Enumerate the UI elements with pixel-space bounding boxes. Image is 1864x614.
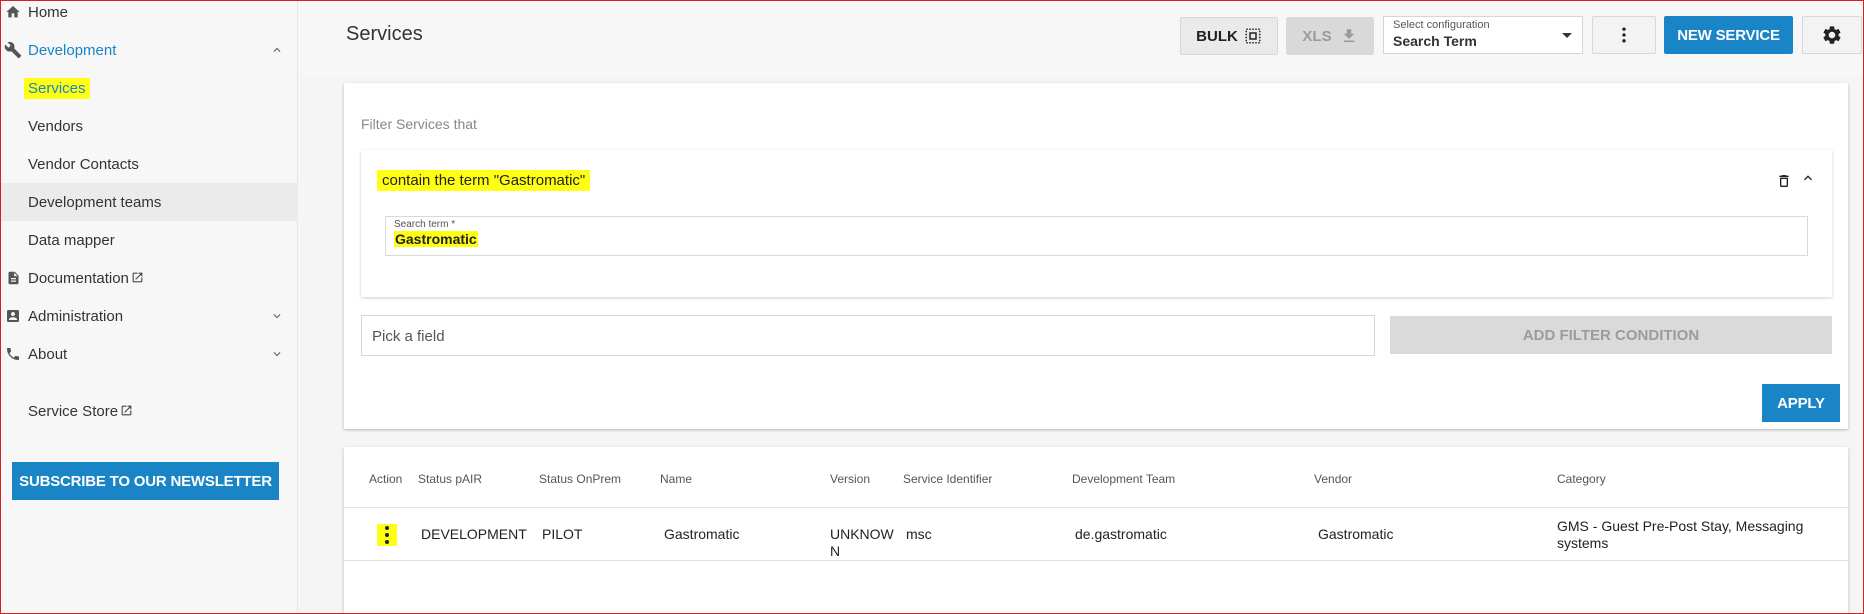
subscribe-newsletter-button[interactable]: SUBSCRIBE TO OUR NEWSLETTER: [12, 462, 279, 500]
column-header-version[interactable]: Version: [830, 472, 870, 486]
document-icon: [4, 269, 22, 287]
column-header-vendor[interactable]: Vendor: [1314, 472, 1352, 486]
configuration-select[interactable]: Select configuration Search Term: [1383, 16, 1583, 54]
sidebar-item-services[interactable]: Services: [0, 69, 298, 107]
column-header-action: Action: [369, 472, 403, 486]
account-box-icon: [4, 307, 22, 325]
sidebar: Home Development Services Vendors Vendor…: [0, 0, 298, 614]
filter-condition-title[interactable]: contain the term "Gastromatic": [377, 170, 591, 191]
filter-condition: contain the term "Gastromatic" Search te…: [361, 150, 1832, 297]
search-term-label: Search term *: [394, 219, 456, 230]
more-options-button[interactable]: [1592, 16, 1656, 54]
search-term-field[interactable]: Search term * Gastromatic: [385, 216, 1808, 256]
sidebar-item-label: About: [28, 345, 68, 363]
sidebar-item-service-store[interactable]: Service Store: [0, 392, 298, 430]
sidebar-item-data-mapper[interactable]: Data mapper: [0, 221, 298, 259]
column-header-status-onprem[interactable]: Status OnPrem: [539, 472, 621, 486]
phone-icon: [4, 345, 22, 363]
cell-status-onprem: PILOT: [542, 526, 583, 542]
sidebar-item-documentation[interactable]: Documentation: [0, 259, 298, 297]
download-icon: [1343, 29, 1354, 42]
cell-category-line: GMS - Guest Pre-Post Stay, Messaging: [1557, 518, 1804, 534]
sidebar-item-development-teams[interactable]: Development teams: [0, 183, 298, 221]
new-service-button[interactable]: NEW SERVICE: [1664, 16, 1793, 54]
sidebar-item-label: Data mapper: [28, 231, 115, 249]
chevron-up-icon[interactable]: [1800, 170, 1816, 186]
cell-version-line: N: [830, 543, 841, 559]
cell-development-team: de.gastromatic: [1075, 526, 1167, 542]
cell-version-line: UNKNOW: [830, 526, 894, 542]
cell-vendor: Gastromatic: [1318, 526, 1394, 542]
chevron-up-icon: [273, 47, 281, 52]
trash-icon[interactable]: [1776, 172, 1792, 190]
column-header-category[interactable]: Category: [1557, 472, 1606, 486]
cell-category: GMS - Guest Pre-Post Stay, Messaging sys…: [1557, 518, 1803, 552]
cell-name: Gastromatic: [664, 526, 740, 542]
pick-field-placeholder: Pick a field: [372, 328, 445, 345]
select-all-icon: [1245, 28, 1261, 44]
settings-button[interactable]: [1802, 16, 1862, 54]
dropdown-caret-icon: [1562, 33, 1572, 38]
filter-panel: Filter Services that contain the term "G…: [344, 83, 1848, 429]
external-link-icon: [132, 272, 143, 282]
chevron-down-icon: [273, 352, 281, 357]
configuration-select-value: Search Term: [1393, 33, 1477, 49]
sidebar-item-administration[interactable]: Administration: [0, 297, 298, 335]
sidebar-item-label: Home: [28, 3, 69, 21]
sidebar-item-label: Services: [24, 77, 90, 99]
cell-status-pair: DEVELOPMENT: [421, 526, 527, 542]
home-icon: [4, 3, 22, 21]
sidebar-item-label: Vendor Contacts: [28, 155, 139, 173]
column-header-service-identifier[interactable]: Service Identifier: [903, 472, 992, 486]
more-vertical-icon: [1622, 27, 1626, 43]
column-header-name[interactable]: Name: [660, 472, 692, 486]
sidebar-item-label: Administration: [28, 307, 124, 325]
xls-export-button[interactable]: XLS: [1286, 17, 1374, 55]
sidebar-item-label: Development: [28, 41, 117, 59]
search-term-value: Gastromatic: [394, 231, 478, 247]
configuration-select-label: Select configuration: [1393, 19, 1490, 31]
page-title: Services: [346, 23, 423, 45]
gear-icon: [1823, 26, 1841, 44]
cell-version: UNKNOW N: [830, 526, 894, 560]
row-actions-menu-icon[interactable]: [377, 524, 397, 546]
table-header-divider: [344, 507, 1848, 508]
column-header-status-pair[interactable]: Status pAIR: [418, 472, 482, 486]
sidebar-item-about[interactable]: About: [0, 335, 298, 373]
sidebar-item-label: Service Store: [28, 402, 119, 420]
top-header: Services BULK XLS Select configuration S…: [298, 0, 1864, 76]
add-filter-condition-button[interactable]: ADD FILTER CONDITION: [1390, 316, 1832, 354]
services-table: Action Status pAIR Status OnPrem Name Ve…: [344, 447, 1848, 614]
cell-service-identifier: msc: [906, 526, 932, 542]
sidebar-item-development[interactable]: Development: [0, 31, 298, 69]
sidebar-item-label: Development teams: [28, 193, 162, 211]
apply-button[interactable]: APPLY: [1762, 384, 1840, 422]
xls-label: XLS: [1302, 27, 1332, 45]
sidebar-item-home[interactable]: Home: [0, 0, 298, 31]
column-header-development-team[interactable]: Development Team: [1072, 472, 1175, 486]
bulk-label: BULK: [1196, 27, 1238, 45]
sidebar-item-vendors[interactable]: Vendors: [0, 107, 298, 145]
sidebar-item-vendor-contacts[interactable]: Vendor Contacts: [0, 145, 298, 183]
bulk-button[interactable]: BULK: [1180, 17, 1278, 55]
filter-heading: Filter Services that: [361, 116, 477, 132]
cell-category-line: systems: [1557, 535, 1609, 551]
table-row-divider: [344, 560, 1848, 561]
wrench-icon: [4, 41, 22, 59]
sidebar-item-label: Documentation: [28, 269, 129, 287]
external-link-icon: [121, 405, 132, 415]
chevron-down-icon: [273, 314, 281, 319]
sidebar-item-label: Vendors: [28, 117, 84, 135]
pick-field-input[interactable]: Pick a field: [361, 315, 1375, 356]
